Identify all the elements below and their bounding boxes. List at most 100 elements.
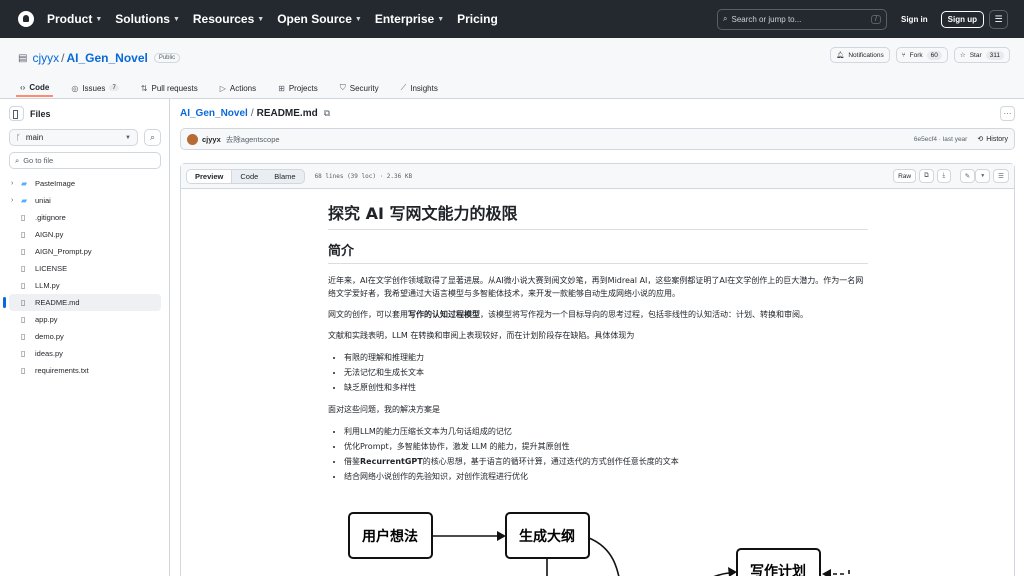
tab-pull-requests[interactable]: ⇅ Pull requests <box>137 79 202 97</box>
star-button[interactable]: ☆ Star 311 <box>953 47 1010 63</box>
sidebar-item-aign-prompt-py[interactable]: ▯ AIGN_Prompt.py <box>9 243 161 260</box>
star-count: 311 <box>985 50 1004 60</box>
problem-list: 有限的理解和推理能力 无法记忆和生成长文本 缺乏原创性和多样性 <box>344 350 868 395</box>
preview-tab[interactable]: Preview <box>187 169 233 183</box>
tab-insights[interactable]: ⟋ Insights <box>397 79 442 97</box>
solution-list: 利用LLM的能力压缩长文本为几句话组成的记忆 优化Prompt，多智能体协作，激… <box>344 424 868 484</box>
nav-solutions[interactable]: Solutions ▼ <box>115 12 180 26</box>
sidebar-item-uniai[interactable]: › ▰ uniai <box>9 192 161 209</box>
file-tree: › ▰ PasteImage › ▰ uniai ▯ .gitignore ▯ AIGN.py ▯ A… <box>3 175 161 379</box>
chevron-right-icon[interactable]: › <box>11 180 21 187</box>
diagram-label-user-idea: 用户想法 <box>362 528 418 545</box>
search-shortcut-key: / <box>871 14 881 24</box>
nav-product[interactable]: Product ▼ <box>47 12 102 26</box>
repo-owner-link[interactable]: cjyyx <box>32 51 59 65</box>
go-to-file-placeholder: Go to file <box>23 156 54 165</box>
sidebar-item-gitignore[interactable]: ▯ .gitignore <box>9 209 161 226</box>
code-tab[interactable]: Code <box>232 170 266 183</box>
header-right: ⌕ Search or jump to... / Sign in Sign up… <box>717 8 1008 30</box>
chevron-down-icon[interactable]: ▼ <box>975 169 991 183</box>
table-icon: ⊞ <box>278 83 285 93</box>
sidebar-item-readme-md[interactable]: ▯ README.md <box>3 294 161 311</box>
chevron-down-icon: ▼ <box>354 15 362 23</box>
file-icon: ▯ <box>21 332 26 341</box>
latest-commit-bar: cjyyx 去除agentscope 6e5ecf4 · last year ⟲… <box>180 128 1015 150</box>
global-header: Product ▼ Solutions ▼ Resources ▼ Open Sour… <box>0 0 1024 38</box>
sign-in-link[interactable]: Sign in <box>901 15 928 24</box>
repo-title-separator: / <box>61 51 65 65</box>
more-options-icon[interactable]: ··· <box>1000 106 1015 121</box>
avatar[interactable] <box>187 133 198 145</box>
search-input[interactable]: ⌕ Search or jump to... / <box>717 8 887 30</box>
history-icon: ⟲ <box>977 136 984 143</box>
chevron-down-icon: ▼ <box>172 15 180 23</box>
file-icon: ▯ <box>21 230 26 239</box>
tab-projects[interactable]: ⊞ Projects <box>274 79 322 97</box>
copy-icon[interactable]: ⧉ <box>919 169 934 183</box>
sidebar-item-app-py[interactable]: ▯ app.py <box>9 311 161 328</box>
search-icon: ⌕ <box>15 155 20 165</box>
branch-row: ᚴ main ▼ ⌕ <box>9 129 161 146</box>
repo-name-link[interactable]: AI_Gen_Novel <box>66 51 147 65</box>
search-icon[interactable]: ⌕ <box>144 129 161 146</box>
tab-actions[interactable]: ▷ Actions <box>216 79 260 97</box>
file-icon: ▯ <box>21 264 26 273</box>
go-to-file-input[interactable]: ⌕ Go to file <box>9 152 161 169</box>
visibility-badge: Public <box>153 53 181 63</box>
nav-open-source[interactable]: Open Source ▼ <box>277 12 362 26</box>
fork-button[interactable]: ⑂ Fork 60 <box>895 47 948 63</box>
branch-select[interactable]: ᚴ main ▼ <box>9 129 138 146</box>
menu-icon[interactable]: ☰ <box>989 9 1008 29</box>
code-icon: ‹› <box>20 82 26 92</box>
outline-list-icon[interactable]: ☰ <box>993 169 1009 183</box>
file-icon: ▯ <box>21 298 26 307</box>
tab-issues[interactable]: ◎ Issues 7 <box>67 79 122 97</box>
sidebar-item-license[interactable]: ▯ LICENSE <box>9 260 161 277</box>
search-icon: ⌕ <box>723 14 728 23</box>
sidebar-item-llm-py[interactable]: ▯ LLM.py <box>9 277 161 294</box>
sign-up-button[interactable]: Sign up <box>940 10 984 28</box>
list-item: 有限的理解和推理能力 <box>344 350 868 365</box>
edit-pencil-icon[interactable]: ✎ <box>959 169 976 183</box>
sidebar-item-label: ideas.py <box>35 349 63 358</box>
commit-sha-time[interactable]: 6e5ecf4 · last year <box>914 136 967 143</box>
chevron-right-icon[interactable]: › <box>11 197 21 204</box>
sidebar-item-demo-py[interactable]: ▯ demo.py <box>9 328 161 345</box>
history-button[interactable]: ⟲ History <box>977 135 1008 144</box>
diagram-arrowhead <box>728 567 737 576</box>
tab-code[interactable]: ‹› Code <box>16 79 54 97</box>
breadcrumb-repo-link[interactable]: AI_Gen_Novel <box>180 108 248 119</box>
copy-path-icon[interactable]: ⧉ <box>324 108 330 119</box>
breadcrumb: AI_Gen_Novel / README.md ⧉ ··· <box>180 99 1015 128</box>
file-icon: ▯ <box>21 213 26 222</box>
sidebar-item-label: app.py <box>35 315 58 324</box>
file-tools: Raw ⧉ ⤓ ✎ ▼ ☰ <box>890 169 1009 183</box>
sidebar-item-label: uniai <box>35 196 51 205</box>
sidebar-item-aign-py[interactable]: ▯ AIGN.py <box>9 226 161 243</box>
sidebar-item-ideas-py[interactable]: ▯ ideas.py <box>9 345 161 362</box>
sidebar-item-label: PasteImage <box>35 179 76 188</box>
notifications-button[interactable]: 🔔︎ Notifications <box>830 47 890 63</box>
tab-security[interactable]: ⛉ Security <box>336 79 383 97</box>
file-content: AI_Gen_Novel / README.md ⧉ ··· cjyyx 去除a… <box>171 99 1024 576</box>
repo-tabs: ‹› Code ◎ Issues 7 ⇅ Pull requests ▷ Actions … <box>16 79 456 97</box>
repo-icon: ▤ <box>18 52 28 64</box>
nav-enterprise[interactable]: Enterprise ▼ <box>375 12 444 26</box>
sidebar-collapse-icon[interactable] <box>9 106 24 121</box>
readme-body: 探究 AI 写网文能力的极限 简介 近年来，AI在文学创作领域取得了显著进展。从… <box>328 200 868 576</box>
blame-tab[interactable]: Blame <box>266 170 303 183</box>
issues-count: 7 <box>109 85 119 91</box>
commit-author[interactable]: cjyyx <box>202 135 221 144</box>
commit-message[interactable]: 去除agentscope <box>226 134 280 145</box>
raw-button[interactable]: Raw <box>893 169 917 183</box>
readme-paragraph: 网文的创作，可以套用写作的认知过程模型，该模型将写作视为一个目标导向的思考过程，… <box>328 310 808 319</box>
view-mode-toggle: Preview Code Blame <box>186 168 305 184</box>
sidebar-item-pasteimage[interactable]: › ▰ PasteImage <box>9 175 161 192</box>
sidebar-item-label: .gitignore <box>35 213 66 222</box>
file-icon: ▯ <box>21 349 26 358</box>
nav-pricing[interactable]: Pricing <box>457 12 498 26</box>
download-icon[interactable]: ⤓ <box>936 169 951 183</box>
github-logo-icon[interactable] <box>18 11 34 27</box>
nav-resources[interactable]: Resources ▼ <box>193 12 264 26</box>
sidebar-item-requirements-txt[interactable]: ▯ requirements.txt <box>9 362 161 379</box>
